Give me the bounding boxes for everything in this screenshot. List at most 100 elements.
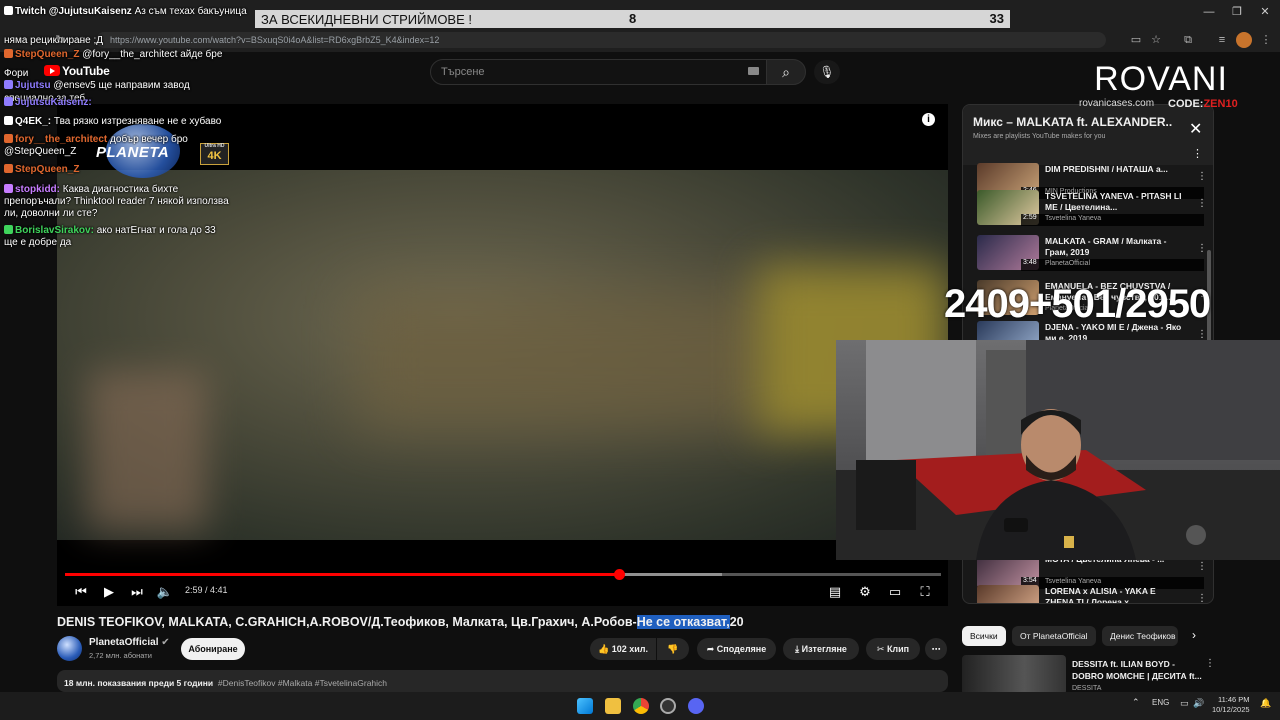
- close-icon[interactable]: ✕: [1189, 119, 1202, 139]
- extensions-icon[interactable]: ⧉: [1180, 32, 1196, 48]
- previous-icon[interactable]: ⏮: [72, 583, 90, 601]
- channel-avatar[interactable]: [57, 636, 82, 661]
- recommended-title[interactable]: DESSITA ft. ILIAN BOYD - DOBRO MOMCHE | …: [1072, 658, 1202, 682]
- discord-icon[interactable]: [688, 698, 704, 714]
- chat-text: Тва рязко изтрезняване не е хубаво: [53, 116, 222, 127]
- menu-dots-icon[interactable]: ⋮: [1258, 32, 1274, 48]
- obs-icon[interactable]: [660, 698, 676, 714]
- more-dots-icon[interactable]: ⋮: [1192, 147, 1203, 160]
- scrubber-handle[interactable]: [613, 569, 625, 580]
- clock[interactable]: 11:46 PM 10/12/2025: [1212, 695, 1250, 715]
- mix-item-channel[interactable]: Tsvetelina Yaneva: [1045, 578, 1101, 585]
- mix-item[interactable]: 2:59 TSVETELINA YANEVA - PITASH LI ME / Ц…: [977, 190, 1207, 228]
- chevron-up-icon[interactable]: ⌃: [1132, 697, 1140, 708]
- chat-message: Фори: [4, 68, 28, 80]
- fullscreen-icon[interactable]: ⛶: [916, 583, 934, 601]
- bookmark-star-icon[interactable]: ☆: [1148, 32, 1164, 48]
- mix-title[interactable]: Микс – MALKATA ft. ALEXANDER...: [973, 115, 1173, 129]
- notifications-icon[interactable]: 🔔: [1260, 698, 1271, 709]
- search-button[interactable]: ⌕: [766, 59, 806, 85]
- mix-item[interactable]: 3:48 MALKATA - GRAM / Малката - Грам, 201…: [977, 235, 1207, 273]
- mix-item[interactable]: LORENA x ALISIA - YAKA E ZHENA TI / Лоре…: [977, 585, 1207, 603]
- subtitles-icon[interactable]: ▤: [826, 583, 844, 601]
- mix-thumbnail[interactable]: [977, 585, 1039, 603]
- info-icon[interactable]: i: [922, 113, 935, 126]
- subscribe-button[interactable]: Абониране: [181, 638, 245, 660]
- goal-target: 33: [989, 11, 1004, 26]
- chevron-right-icon[interactable]: ›: [1192, 628, 1196, 642]
- recommended-item[interactable]: DESSITA ft. ILIAN BOYD - DOBRO MOMCHE | …: [962, 655, 1215, 695]
- chat-username: fory__the_architect: [15, 134, 108, 145]
- chat-username: StepQueen_Z: [15, 49, 80, 60]
- chat-badge-icon: [4, 6, 13, 15]
- chat-username: Q4EK_:: [15, 116, 52, 127]
- mix-item-title[interactable]: LORENA x ALISIA - YAKA E ZHENA TI / Лоре…: [1045, 586, 1185, 603]
- chat-badge-icon: [4, 97, 13, 106]
- close-window-icon[interactable]: ✕: [1250, 4, 1280, 20]
- maximize-icon[interactable]: ❐: [1222, 4, 1252, 20]
- mix-item-title[interactable]: DIM PREDISHNI / НАТАША а...: [1045, 164, 1185, 175]
- more-dots-icon[interactable]: ⋮: [1205, 658, 1215, 669]
- more-dots-icon[interactable]: ⋮: [1197, 198, 1207, 209]
- chat-message: fory__the_architect добър вечер бро: [4, 134, 188, 146]
- chip-denis[interactable]: Денис Теофиков: [1102, 626, 1178, 646]
- more-dots-icon[interactable]: ⋮: [1197, 561, 1207, 572]
- chat-text: няма рециклиране ;Д: [4, 35, 104, 46]
- goal-label: ЗА ВСЕКИДНЕВНИ СТРИЙМОВЕ !: [261, 12, 472, 27]
- like-button[interactable]: 👍 102 хил.: [590, 638, 656, 660]
- address-bar[interactable]: https://www.youtube.com/watch?v=BSxuqS0i…: [96, 32, 1106, 48]
- more-dots-icon[interactable]: ⋮: [1197, 593, 1207, 603]
- chat-badge-icon: [4, 116, 13, 125]
- mix-item-channel[interactable]: PlanetaOfficial: [1045, 260, 1090, 267]
- mix-item-channel[interactable]: Tsvetelina Yaneva: [1045, 215, 1101, 222]
- mix-item-title[interactable]: MALKATA - GRAM / Малката - Грам, 2019: [1045, 236, 1185, 258]
- network-icon[interactable]: ▭: [1180, 698, 1189, 709]
- download-button[interactable]: ⤓ Изтегляне: [783, 638, 859, 660]
- description-box[interactable]: 18 млн. показвания преди 5 години #Denis…: [57, 670, 948, 692]
- search-input[interactable]: Търсене: [430, 59, 770, 85]
- chat-message: @StepQueen_Z: [4, 146, 76, 158]
- start-windows-icon[interactable]: [577, 698, 593, 714]
- more-dots-icon[interactable]: ⋮: [1197, 243, 1207, 254]
- clip-button[interactable]: ✂ Клип: [866, 638, 920, 660]
- language-indicator[interactable]: ENG: [1152, 698, 1169, 707]
- progress-bar[interactable]: [65, 569, 941, 580]
- sponsor-name: ROVANI: [1094, 60, 1228, 98]
- time-display: 2:59 / 4:41: [185, 585, 228, 595]
- minimize-icon[interactable]: —: [1194, 4, 1224, 20]
- sponsor-overlay: ROVANI rovanicases.com CODE:ZEN10: [1076, 60, 1246, 116]
- next-icon[interactable]: ⏭: [128, 583, 146, 601]
- sponsor-code: CODE:ZEN10: [1168, 98, 1238, 110]
- chip-from-channel[interactable]: От PlanetaOfficial: [1012, 626, 1096, 646]
- profile-avatar[interactable]: [1236, 32, 1252, 48]
- recommended-channel[interactable]: DESSITA: [1072, 685, 1101, 692]
- more-dots-icon[interactable]: ⋮: [1197, 171, 1207, 182]
- chat-text: @fory__the_architect айде бре: [82, 49, 223, 60]
- more-actions-button[interactable]: ⋯: [925, 638, 947, 660]
- dislike-button[interactable]: 👎: [657, 638, 689, 660]
- play-icon[interactable]: ▶: [100, 583, 118, 601]
- chat-username: stopkidd:: [15, 184, 60, 195]
- share-button[interactable]: ➦ Споделяне: [697, 638, 776, 660]
- recommended-thumbnail[interactable]: [962, 655, 1066, 695]
- settings-gear-icon[interactable]: ⚙: [856, 583, 874, 601]
- youtube-logo[interactable]: YouTube: [44, 64, 110, 80]
- mix-item-title[interactable]: TSVETELINA YANEVA - PITASH LI ME / Цвете…: [1045, 191, 1185, 213]
- video-player[interactable]: i ⏮ ▶ ⏭ 🔈 2:59 / 4:41 ▤ ⚙ ▭ ⛶: [57, 104, 948, 606]
- volume-icon[interactable]: 🔈: [156, 583, 174, 601]
- chat-text: @StepQueen_Z: [4, 146, 77, 157]
- chip-all[interactable]: Всички: [962, 626, 1006, 646]
- chat-text: препоръчали? Thinktool reader 7 някой из…: [4, 196, 229, 207]
- media-icon[interactable]: ≡: [1214, 32, 1230, 48]
- theater-mode-icon[interactable]: ▭: [886, 583, 904, 601]
- voice-search-button[interactable]: 🎙: [814, 60, 840, 84]
- scissors-icon: ✂: [876, 644, 885, 654]
- chrome-icon[interactable]: [633, 698, 649, 714]
- more-dots-icon[interactable]: ⋮: [1197, 329, 1207, 340]
- keyboard-icon[interactable]: [748, 67, 759, 75]
- file-explorer-icon[interactable]: [605, 698, 621, 714]
- channel-name[interactable]: PlanetaOfficial ✔: [89, 637, 170, 648]
- speaker-icon[interactable]: 🔊: [1193, 698, 1204, 709]
- 4k-badge: Ultra HD 4K: [200, 143, 229, 165]
- install-icon[interactable]: ▭: [1128, 32, 1144, 48]
